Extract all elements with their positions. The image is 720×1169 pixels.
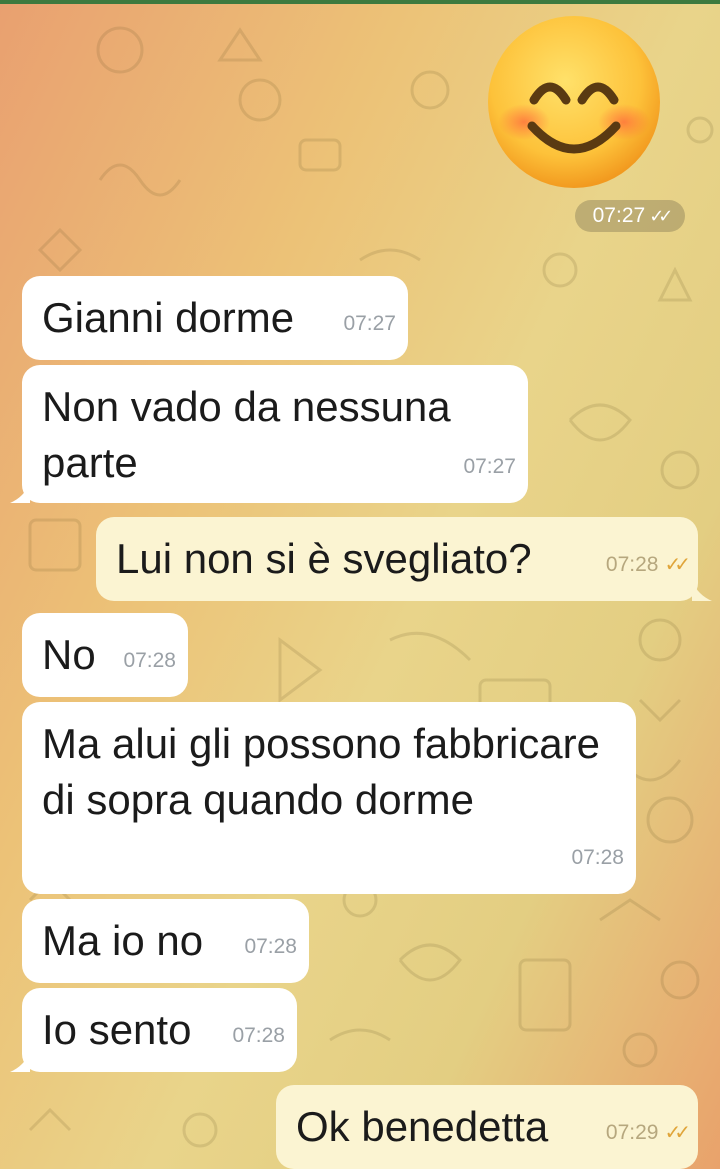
incoming-message[interactable]: Io sento 07:28	[22, 988, 297, 1072]
bubble-tail	[10, 483, 30, 503]
message-meta: 07:29 ✓✓	[605, 1105, 691, 1161]
message-time: 07:28	[571, 846, 624, 869]
message-time: 07:28	[232, 1024, 285, 1047]
message-text: Ma alui gli possono fabbricare di sopra …	[42, 720, 600, 823]
message-time: 07:27	[463, 455, 516, 478]
message-text: Gianni dorme	[42, 294, 295, 341]
message-time: 07:27	[343, 312, 396, 335]
sticker-timestamp-pill: 07:27 ✓✓	[575, 200, 685, 232]
incoming-message[interactable]: Ma alui gli possono fabbricare di sopra …	[22, 702, 636, 894]
sticker-time: 07:27	[592, 204, 646, 227]
message-time: 07:28	[123, 649, 176, 672]
message-text: Non vado da nessuna parte	[42, 383, 451, 486]
message-text: Lui non si è svegliato?	[116, 535, 532, 582]
message-time: 07:29	[605, 1121, 659, 1144]
outgoing-message[interactable]: Ok benedetta 07:29 ✓✓	[276, 1085, 698, 1169]
incoming-message[interactable]: Gianni dorme 07:27	[22, 276, 408, 360]
smiling-face-emoji-icon[interactable]	[486, 14, 662, 190]
bubble-tail	[692, 581, 712, 601]
outgoing-message[interactable]: Lui non si è svegliato? 07:28 ✓✓	[96, 517, 698, 601]
message-meta: 07:28 ✓✓	[605, 537, 691, 593]
incoming-message[interactable]: Non vado da nessuna parte 07:27	[22, 365, 528, 503]
message-time: 07:28	[244, 935, 297, 958]
incoming-message[interactable]: Ma io no 07:28	[22, 899, 309, 983]
double-check-icon: ✓✓	[664, 1122, 690, 1144]
incoming-message[interactable]: No 07:28	[22, 613, 188, 697]
double-check-icon: ✓✓	[664, 554, 690, 576]
bubble-tail	[10, 1052, 30, 1072]
double-check-icon: ✓✓	[649, 206, 673, 226]
message-time: 07:28	[605, 553, 659, 576]
